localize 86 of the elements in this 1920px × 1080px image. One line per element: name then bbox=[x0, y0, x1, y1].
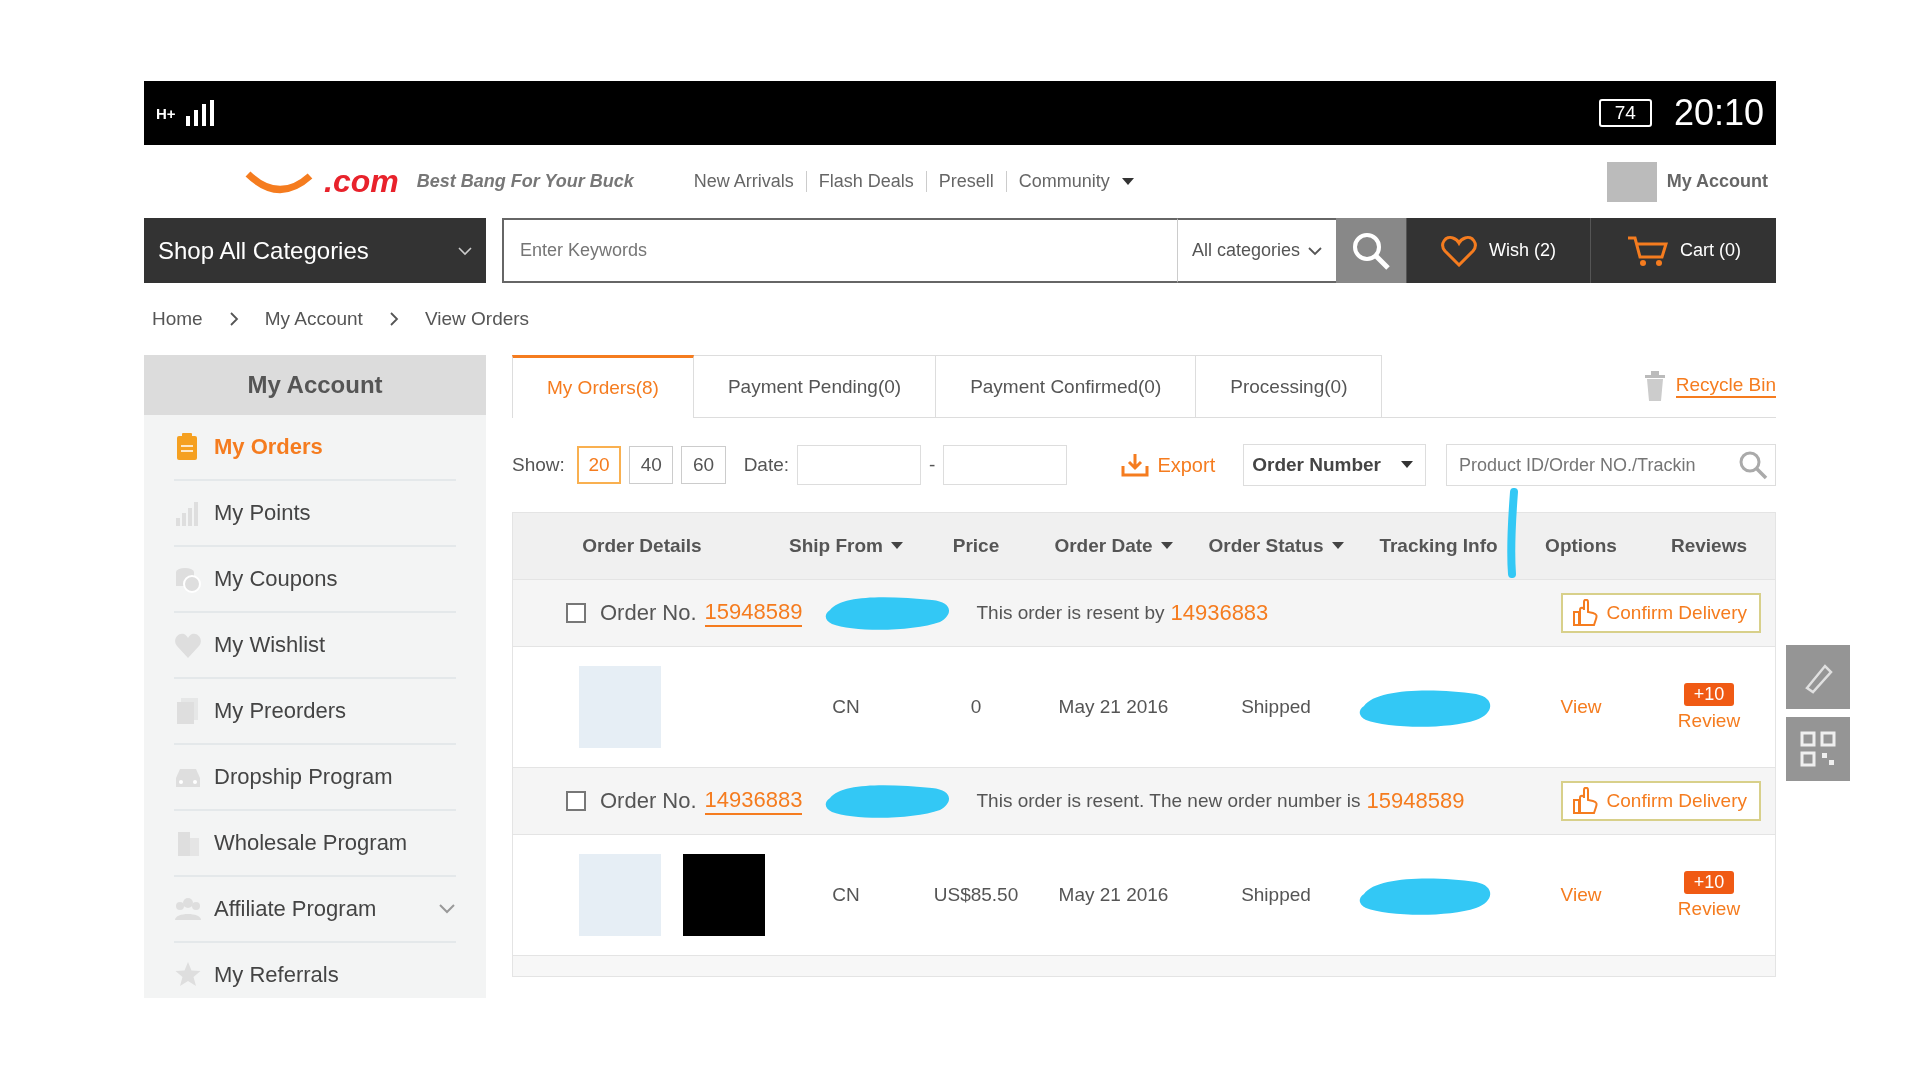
order-date-cell: May 21 2016 bbox=[1058, 884, 1169, 906]
ship-from-cell: CN bbox=[832, 884, 860, 906]
date-field[interactable] bbox=[797, 445, 922, 485]
sidebar-item[interactable]: My Coupons bbox=[174, 547, 456, 613]
sidebar-title: My Account bbox=[144, 355, 486, 415]
tab[interactable]: Payment Pending(0) bbox=[693, 355, 937, 417]
column-header: Options bbox=[1545, 535, 1617, 557]
order-note: This order is resent. The new order number is bbox=[976, 790, 1361, 812]
cart-button[interactable]: Cart (0) bbox=[1590, 218, 1776, 283]
sidebar-item[interactable]: My Points bbox=[174, 481, 456, 547]
pointing-hand-icon bbox=[1570, 599, 1599, 627]
download-icon bbox=[1121, 452, 1150, 478]
order-label: Order No. bbox=[600, 788, 697, 814]
caret-icon bbox=[1331, 542, 1344, 550]
chevron-icon bbox=[388, 312, 399, 326]
nav-link[interactable]: New Arrivals bbox=[681, 171, 806, 192]
search-button[interactable] bbox=[1336, 218, 1406, 283]
order-search-field[interactable]: Product ID/Order NO./Trackin bbox=[1446, 444, 1776, 486]
battery-level: 74 bbox=[1598, 99, 1652, 127]
heart-icon bbox=[1441, 234, 1477, 267]
tab[interactable]: Processing(0) bbox=[1196, 355, 1383, 417]
pointing-hand-icon bbox=[1570, 787, 1599, 815]
breadcrumb-link[interactable]: My Account bbox=[264, 308, 363, 330]
qr-code-icon bbox=[1800, 731, 1836, 767]
chevron-icon bbox=[1308, 245, 1322, 256]
qr-code-button[interactable] bbox=[1786, 717, 1850, 781]
sidebar-item[interactable]: Dropship Program bbox=[174, 745, 456, 811]
column-header: Order Details bbox=[582, 535, 702, 557]
checkbox[interactable] bbox=[566, 603, 586, 623]
clock: 20:10 bbox=[1673, 92, 1764, 134]
chevron-icon bbox=[458, 245, 472, 256]
trash-icon bbox=[1643, 370, 1666, 402]
sidebar-item[interactable]: Affiliate Program bbox=[174, 877, 456, 943]
column-header[interactable]: Ship From bbox=[789, 535, 903, 557]
caret-icon bbox=[1121, 177, 1134, 186]
search-icon bbox=[1738, 450, 1768, 480]
caret-icon bbox=[1401, 461, 1413, 469]
nav-link[interactable]: Flash Deals bbox=[805, 171, 926, 192]
column-header[interactable]: Order Date bbox=[1054, 535, 1173, 557]
column-header: Tracking Info bbox=[1379, 535, 1498, 557]
account-link[interactable]: My Account bbox=[1666, 171, 1768, 192]
search-icon bbox=[1351, 230, 1391, 271]
page-size-option[interactable]: 40 bbox=[629, 446, 674, 484]
chevron-icon bbox=[228, 312, 239, 326]
order-status-cell: Shipped bbox=[1241, 884, 1311, 906]
column-header: Reviews bbox=[1670, 535, 1747, 557]
cart-icon bbox=[1626, 234, 1668, 267]
date-label: Date: bbox=[743, 454, 790, 476]
category-select[interactable]: All categories bbox=[1176, 218, 1336, 283]
tab[interactable]: Payment Confirmed(0) bbox=[936, 355, 1197, 417]
tagline: Best Bang For Your Buck bbox=[416, 171, 634, 192]
nav-link[interactable]: Community bbox=[1005, 171, 1122, 192]
edit-button[interactable] bbox=[1786, 645, 1850, 709]
breadcrumb-link[interactable]: Home bbox=[152, 308, 203, 330]
search-field[interactable]: Enter Keywords bbox=[502, 218, 1177, 283]
nav-link[interactable]: Presell bbox=[925, 171, 1006, 192]
order-note: This order is resent by bbox=[976, 602, 1165, 624]
order-date-cell: May 21 2016 bbox=[1058, 696, 1169, 718]
points-badge: +10 bbox=[1683, 682, 1735, 706]
sidebar-item[interactable]: Wholesale Program bbox=[174, 811, 456, 877]
column-header[interactable]: Order Status bbox=[1208, 535, 1344, 557]
breadcrumb-link[interactable]: View Orders bbox=[424, 308, 530, 330]
date-field[interactable] bbox=[943, 445, 1068, 485]
caret-icon bbox=[1160, 542, 1173, 550]
categories-button[interactable]: Shop All Categories bbox=[144, 218, 486, 283]
page-size-option[interactable]: 60 bbox=[681, 446, 726, 484]
ship-from-cell: CN bbox=[832, 696, 860, 718]
sidebar-item[interactable]: My Wishlist bbox=[174, 613, 456, 679]
sidebar-item[interactable]: My Referrals bbox=[174, 943, 456, 998]
wishlist-button[interactable]: Wish (2) bbox=[1406, 218, 1590, 283]
network-type: H+ bbox=[156, 105, 176, 121]
chevron-icon bbox=[438, 903, 456, 915]
logo-text[interactable]: .com bbox=[324, 163, 399, 200]
show-label: Show: bbox=[512, 454, 565, 476]
sort-select[interactable]: Order Number bbox=[1243, 444, 1426, 486]
points-badge: +10 bbox=[1683, 870, 1735, 894]
order-label: Order No. bbox=[600, 600, 697, 626]
column-header: Price bbox=[952, 535, 1000, 557]
price-cell: 0 bbox=[970, 696, 982, 718]
price-cell: US$85.50 bbox=[933, 884, 1019, 906]
order-status-cell: Shipped bbox=[1241, 696, 1311, 718]
date-separator: - bbox=[929, 454, 936, 476]
checkbox[interactable] bbox=[566, 791, 586, 811]
avatar-placeholder bbox=[1606, 161, 1657, 202]
caret-icon bbox=[890, 542, 903, 550]
sidebar-item[interactable]: My Preorders bbox=[174, 679, 456, 745]
